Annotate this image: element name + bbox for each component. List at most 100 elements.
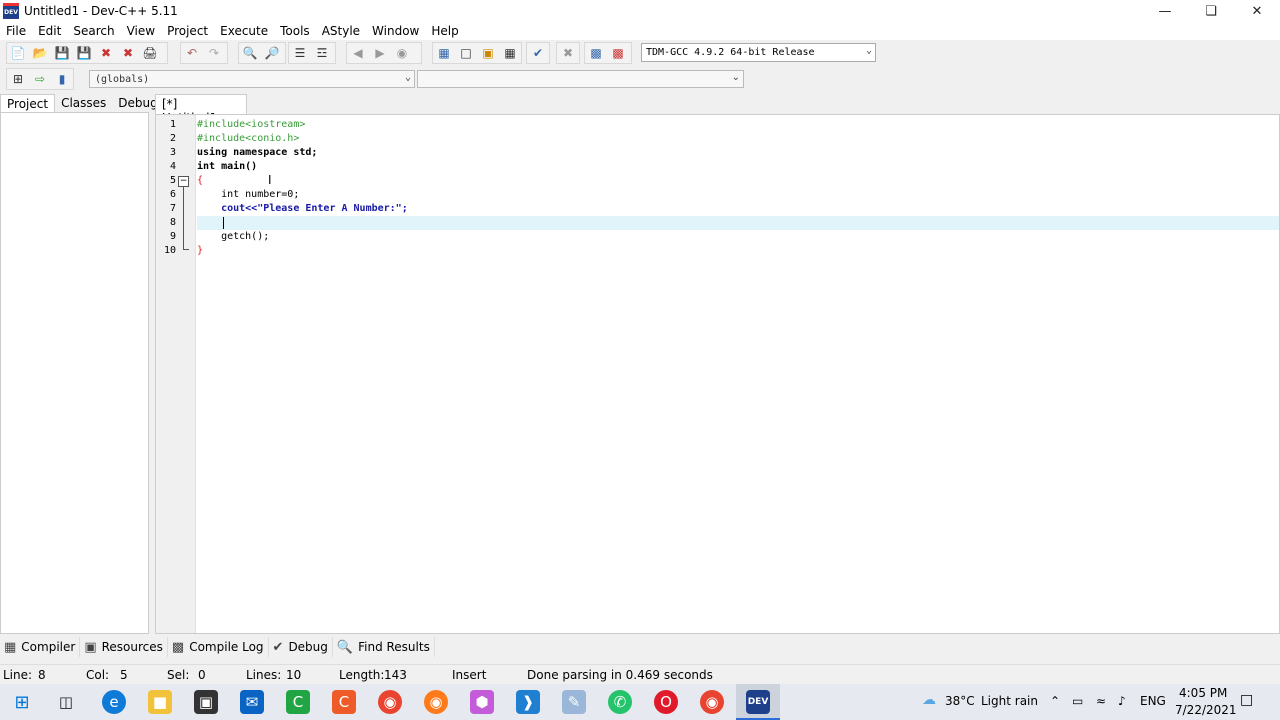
opera-icon[interactable]: O [654, 690, 678, 714]
text-caret [223, 217, 224, 229]
status-length-label: Length: [339, 668, 385, 682]
tab-find-results[interactable]: 🔍 Find Results [333, 637, 435, 657]
menu-tools[interactable]: Tools [274, 24, 316, 38]
file-toolbar-group: 📄 📂 💾 💾 ✖ ✖ 🖨 [6, 42, 168, 64]
recorder-icon[interactable]: C [332, 690, 356, 714]
restore-button[interactable]: ❏ [1188, 0, 1234, 22]
stop-icon[interactable]: ✖ [557, 43, 579, 63]
code-line-3: using namespace std; [197, 147, 318, 158]
save-all-icon[interactable]: 💾 [73, 43, 95, 63]
windows-start-icon[interactable]: ⊞ [10, 690, 34, 714]
weather-temp[interactable]: 38°C [945, 694, 975, 708]
volume-icon[interactable]: ♪ [1118, 694, 1126, 708]
code-line-4: int main() [197, 161, 258, 172]
menu-bar: File Edit Search View Project Execute To… [0, 22, 1280, 40]
mail-icon[interactable]: ✉ [240, 690, 264, 714]
project-panel: Project Classes Debug [0, 94, 158, 634]
main-toolbar: 📄 📂 💾 💾 ✖ ✖ 🖨 ↶ ↷ 🔍 🔎 ☰ ☲ ◀ ▶ ◉ ▦ □ ▣ ▦ … [0, 40, 1280, 66]
weather-desc[interactable]: Light rain [981, 694, 1038, 708]
code-editor[interactable]: 1 2 3 4 5 6 7 8 9 10 − #include<iostream… [155, 114, 1280, 634]
menu-window[interactable]: Window [366, 24, 425, 38]
store-icon[interactable]: ▣ [194, 690, 218, 714]
menu-execute[interactable]: Execute [214, 24, 274, 38]
edge-browser-icon[interactable]: e [102, 690, 126, 714]
line-number: 3 [169, 147, 176, 158]
fold-collapse-icon[interactable]: − [178, 176, 189, 187]
tab-compile-log[interactable]: ▩ Compile Log [168, 637, 269, 657]
code-line-6: int number=0; [197, 189, 300, 200]
status-col-label: Col: [86, 668, 110, 682]
code-line-9: getch(); [197, 231, 270, 242]
file-explorer-icon[interactable]: ■ [148, 690, 172, 714]
tab-compiler[interactable]: ▦ Compiler [0, 637, 81, 657]
goto-icon[interactable]: ⇨ [29, 69, 51, 89]
dev-cpp-app-icon: DEV [3, 3, 19, 19]
goto-line-icon[interactable]: ◉ [391, 43, 413, 63]
function-select[interactable]: ⌄ [417, 70, 744, 88]
chrome-2-icon[interactable]: ◉ [700, 690, 724, 714]
clock-date[interactable]: 7/22/2021 [1175, 703, 1237, 717]
project-tree[interactable] [0, 112, 149, 634]
menu-help[interactable]: Help [425, 24, 464, 38]
menu-search[interactable]: Search [67, 24, 120, 38]
vscode-icon[interactable]: ❱ [516, 690, 540, 714]
print-icon[interactable]: 🖨 [139, 43, 161, 63]
paint-icon[interactable]: ✎ [562, 690, 586, 714]
menu-view[interactable]: View [121, 24, 161, 38]
chrome-icon[interactable]: ◉ [378, 690, 402, 714]
menu-astyle[interactable]: AStyle [316, 24, 366, 38]
replace-icon[interactable]: 🔎 [261, 43, 283, 63]
go-back-icon[interactable]: ◀ [347, 43, 369, 63]
menu-edit[interactable]: Edit [32, 24, 67, 38]
delete-profile-icon[interactable]: ▩ [607, 43, 629, 63]
close-button[interactable]: ✕ [1234, 0, 1280, 22]
full-screen-icon[interactable]: □ [455, 43, 477, 63]
insert-icon[interactable]: ⊞ [7, 69, 29, 89]
tab-classes[interactable]: Classes [55, 94, 112, 114]
close-all-icon[interactable]: ✖ [117, 43, 139, 63]
whatsapp-icon[interactable]: ✆ [608, 690, 632, 714]
wifi-icon[interactable]: ≈ [1096, 694, 1106, 708]
tab-resources[interactable]: ▣ Resources [80, 637, 168, 657]
undo-icon[interactable]: ↶ [181, 43, 203, 63]
project-view-icon[interactable]: ▦ [433, 43, 455, 63]
devcpp-taskbar-icon[interactable]: DEV [746, 690, 770, 714]
go-forward-icon[interactable]: ▶ [369, 43, 391, 63]
tile-icon[interactable]: ▦ [499, 43, 521, 63]
unindent-icon[interactable]: ☲ [311, 43, 333, 63]
class-browser-icon[interactable]: ▣ [477, 43, 499, 63]
status-sel-label: Sel: [167, 668, 190, 682]
bookmark-icon[interactable]: ▮ [51, 69, 73, 89]
undo-redo-group: ↶ ↷ [180, 42, 228, 64]
save-icon[interactable]: 💾 [51, 43, 73, 63]
syntax-check-icon[interactable]: ✔ [527, 43, 549, 63]
language-indicator[interactable]: ENG [1140, 694, 1166, 708]
notification-icon[interactable]: □ [1240, 692, 1253, 708]
app-hex-icon[interactable]: ⬢ [470, 690, 494, 714]
scope-select[interactable]: (globals) ⌄ [89, 70, 415, 88]
line-number: 8 [169, 217, 176, 228]
menu-project[interactable]: Project [161, 24, 214, 38]
new-file-icon[interactable]: 📄 [7, 43, 29, 63]
firefox-icon[interactable]: ◉ [424, 690, 448, 714]
chevron-up-icon[interactable]: ⌃ [1050, 694, 1060, 708]
line-number: 9 [169, 231, 176, 242]
profile-chart-icon[interactable]: ▩ [585, 43, 607, 63]
grid-icon: ▦ [4, 639, 17, 655]
task-view-icon[interactable]: ◫ [54, 690, 78, 714]
redo-icon[interactable]: ↷ [203, 43, 225, 63]
minimize-button[interactable]: — [1142, 0, 1188, 22]
camtasia-icon[interactable]: C [286, 690, 310, 714]
menu-file[interactable]: File [0, 24, 32, 38]
tab-project[interactable]: Project [0, 94, 56, 114]
clock-time[interactable]: 4:05 PM [1179, 686, 1227, 700]
indent-icon[interactable]: ☰ [289, 43, 311, 63]
code-line-1: #include<iostream> [197, 119, 306, 130]
battery-icon[interactable]: ▭ [1072, 694, 1083, 708]
open-file-icon[interactable]: 📂 [29, 43, 51, 63]
close-file-icon[interactable]: ✖ [95, 43, 117, 63]
tab-debug-bottom[interactable]: ✔ Debug [269, 637, 333, 657]
line-number: 10 [163, 245, 176, 256]
find-icon[interactable]: 🔍 [239, 43, 261, 63]
compiler-select[interactable]: TDM-GCC 4.9.2 64-bit Release ⌄ [641, 43, 876, 62]
